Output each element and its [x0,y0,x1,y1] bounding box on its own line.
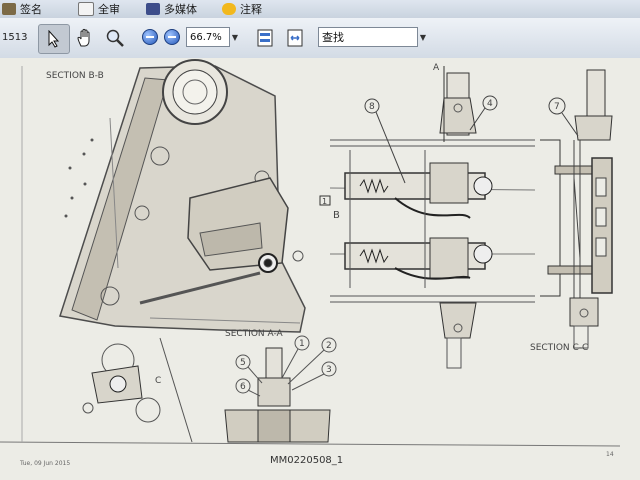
toolbar: 1513 66.7% ▼ 查找 ▼ [0,18,640,59]
section-marker-a: A [433,63,440,73]
search-dropdown-button[interactable]: ▼ [418,27,428,47]
callout-5: 5 [240,358,246,368]
callout-7: 7 [554,102,560,112]
hand-icon [77,28,90,47]
search-input[interactable]: 查找 [318,27,418,47]
document-workarea[interactable]: SECTION B-B SECTION A-A SECTION C-C A B … [0,58,640,480]
section-marker-c: C [155,376,161,386]
zoom-out-icon [142,29,158,45]
fit-page-icon [257,29,273,47]
page-number-field[interactable]: 1513 [0,28,32,46]
hand-tool-button[interactable] [72,24,98,52]
callout-6: 6 [240,382,246,392]
select-arrow-icon [48,30,60,48]
drawing-date: Tue, 09 Jun 2015 [19,460,70,467]
menu-item-label: 签名 [20,3,42,16]
fit-width-button[interactable] [284,26,306,50]
page-code: 14 [606,451,614,458]
menu-bar: 签名 全审 多媒体 注释 [0,0,640,19]
section-aa-label: SECTION A-A [225,329,284,339]
menu-item-label: 全审 [98,3,120,16]
pen-icon [2,3,16,15]
menu-item-multimedia[interactable]: 多媒体 [146,0,197,18]
drawing-number: MM0220508_1 [270,455,343,466]
drawing-page: SECTION B-B SECTION A-A SECTION C-C A B … [0,58,640,480]
zoom-out-button[interactable] [140,26,160,48]
zoom-dropdown-button[interactable]: ▼ [230,27,240,47]
chevron-down-icon: ▼ [231,32,239,42]
zoom-input[interactable]: 66.7% [186,27,230,47]
section-cc-label: SECTION C-C [530,343,588,353]
callout-1: 1 [299,339,305,349]
fit-page-button[interactable] [254,26,276,50]
fit-width-icon [287,29,303,47]
menu-item-review[interactable]: 全审 [78,0,120,18]
film-icon [146,3,160,15]
menu-item-label: 注释 [240,3,262,16]
zoom-tool-icon [106,29,124,47]
zoom-in-icon [164,29,180,45]
section-marker-b: B [333,210,340,221]
document-icon [78,2,94,16]
zoom-tool-button[interactable] [102,24,128,52]
section-marker-one: 1 [322,197,327,206]
section-bb-label: SECTION B-B [46,71,104,81]
zoom-in-button[interactable] [162,26,182,48]
callout-4: 4 [487,99,493,109]
select-tool-button[interactable] [38,24,70,54]
comment-bubble-icon [222,3,236,15]
callout-3: 3 [326,365,332,375]
menu-item-label: 多媒体 [164,3,197,16]
callout-2: 2 [326,341,332,351]
chevron-down-icon: ▼ [419,32,427,42]
engineering-drawing: SECTION B-B SECTION A-A SECTION C-C A B … [0,59,621,467]
callout-8: 8 [369,102,375,112]
menu-item-sign[interactable]: 签名 [2,0,42,18]
menu-item-comment[interactable]: 注释 [222,0,262,18]
